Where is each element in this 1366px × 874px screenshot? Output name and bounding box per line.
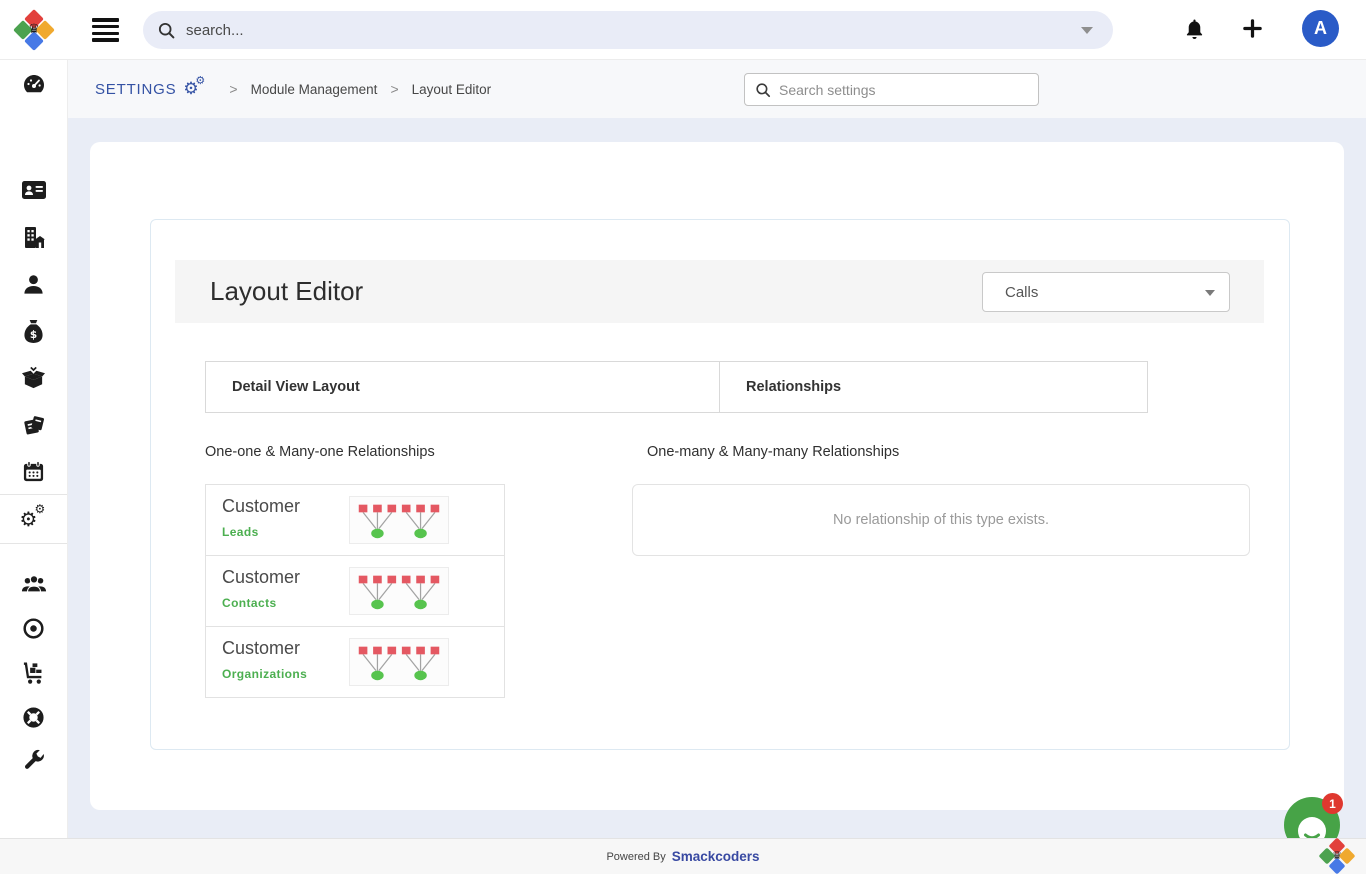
relationship-related: Leads bbox=[222, 525, 259, 539]
relationship-diagram-icon bbox=[349, 496, 449, 544]
tab-detail-view-layout[interactable]: Detail View Layout bbox=[206, 362, 720, 412]
target-icon bbox=[22, 617, 45, 640]
powered-by-text: Powered By bbox=[606, 851, 665, 863]
card-header: Layout Editor Calls bbox=[175, 260, 1264, 323]
footer: Powered By Smackcoders bbox=[0, 838, 1366, 874]
relationship-related: Organizations bbox=[222, 667, 307, 681]
breadcrumb-separator-icon: > bbox=[390, 81, 398, 97]
page-title: Layout Editor bbox=[210, 260, 363, 323]
products-box-icon bbox=[21, 366, 46, 390]
sidebar-item-users[interactable] bbox=[0, 561, 67, 607]
global-search-input[interactable] bbox=[186, 22, 1073, 39]
relationship-diagram-icon bbox=[349, 638, 449, 686]
hamburger-menu-icon[interactable] bbox=[92, 18, 119, 42]
sidebar-item-contacts[interactable] bbox=[0, 167, 67, 213]
sidebar-item-opportunities[interactable]: $ bbox=[0, 308, 67, 354]
sidebar-item-organizations[interactable] bbox=[0, 214, 67, 260]
breadcrumb-settings-link[interactable]: SETTINGS bbox=[95, 81, 176, 98]
relationship-card-organizations[interactable]: Customer Organizations bbox=[205, 626, 505, 698]
module-select-value: Calls bbox=[1005, 284, 1038, 301]
breadcrumb-separator-icon: > bbox=[229, 81, 237, 97]
sidebar-item-calendar[interactable] bbox=[0, 448, 67, 494]
footer-logo-icon: ♛ bbox=[1320, 839, 1354, 873]
cart-icon bbox=[21, 661, 46, 685]
sidebar-item-dashboard[interactable] bbox=[0, 61, 67, 107]
chat-unread-badge: 1 bbox=[1322, 793, 1343, 814]
money-bag-icon: $ bbox=[23, 319, 44, 344]
sidebar-item-products[interactable] bbox=[0, 355, 67, 401]
logo-crown-glyph: ♛ bbox=[1320, 839, 1354, 873]
settings-search-box[interactable] bbox=[744, 73, 1039, 106]
chevron-down-icon bbox=[1205, 290, 1215, 296]
empty-message: No relationship of this type exists. bbox=[833, 512, 1049, 528]
relationship-module: Customer bbox=[222, 567, 300, 588]
module-select[interactable]: Calls bbox=[982, 272, 1230, 312]
global-search-bar[interactable] bbox=[143, 11, 1113, 49]
calendar-icon bbox=[22, 460, 45, 483]
settings-search-input[interactable] bbox=[779, 82, 1028, 98]
svg-text:$: $ bbox=[30, 329, 37, 341]
app-window: ♛ A bbox=[0, 0, 1366, 874]
breadcrumb-module-management[interactable]: Module Management bbox=[251, 82, 378, 97]
tools-wrench-icon bbox=[22, 749, 45, 772]
tickets-icon bbox=[21, 413, 46, 436]
notifications-bell-icon[interactable] bbox=[1184, 18, 1205, 46]
sidebar-item-tools[interactable] bbox=[0, 737, 67, 783]
breadcrumb-layout-editor: Layout Editor bbox=[412, 82, 492, 97]
relationship-card-leads[interactable]: Customer Leads bbox=[205, 484, 505, 556]
avatar-initial: A bbox=[1314, 18, 1327, 39]
user-avatar[interactable]: A bbox=[1302, 10, 1339, 47]
contacts-card-icon bbox=[21, 179, 47, 201]
relationship-related: Contacts bbox=[222, 596, 277, 610]
relationship-diagram-icon bbox=[349, 567, 449, 615]
search-icon bbox=[755, 82, 771, 98]
quick-create-plus-icon[interactable] bbox=[1242, 18, 1263, 44]
sidebar-item-leads[interactable] bbox=[0, 261, 67, 307]
support-lifebuoy-icon bbox=[22, 706, 45, 729]
breadcrumb: SETTINGS ⚙⚙ > Module Management > Layout… bbox=[95, 60, 491, 118]
search-dropdown-caret-icon[interactable] bbox=[1081, 27, 1093, 34]
app-logo[interactable]: ♛ bbox=[0, 0, 68, 60]
section-title-one-many: One-many & Many-many Relationships bbox=[647, 444, 899, 460]
person-icon bbox=[22, 273, 45, 296]
sidebar-item-targets[interactable] bbox=[0, 605, 67, 651]
sidebar-item-purchases[interactable] bbox=[0, 650, 67, 696]
logo-crown-glyph: ♛ bbox=[15, 11, 53, 49]
empty-relationships-box: No relationship of this type exists. bbox=[632, 484, 1250, 556]
sidebar-item-settings[interactable]: ⚙⚙ bbox=[0, 494, 67, 544]
sidebar-item-invoices[interactable] bbox=[0, 401, 67, 447]
dashboard-icon bbox=[22, 72, 46, 96]
relationship-module: Customer bbox=[222, 638, 300, 659]
breadcrumb-bar: SETTINGS ⚙⚙ > Module Management > Layout… bbox=[68, 60, 1366, 118]
team-icon bbox=[21, 573, 47, 595]
sidebar-item-support[interactable] bbox=[0, 694, 67, 740]
app-logo-icon: ♛ bbox=[15, 11, 53, 49]
sidebar: $ bbox=[0, 60, 68, 838]
settings-gears-icon: ⚙⚙ bbox=[20, 507, 48, 531]
organizations-icon bbox=[22, 226, 46, 249]
section-title-one-one: One-one & Many-one Relationships bbox=[205, 444, 435, 460]
search-icon bbox=[157, 21, 176, 40]
smackcoders-link[interactable]: Smackcoders bbox=[672, 849, 760, 864]
settings-gears-icon: ⚙⚙ bbox=[183, 78, 207, 100]
relationship-module: Customer bbox=[222, 496, 300, 517]
relationship-card-list: Customer Leads Customer Contacts bbox=[205, 484, 505, 698]
topbar: ♛ A bbox=[0, 0, 1366, 60]
tab-relationships[interactable]: Relationships bbox=[720, 362, 1147, 412]
relationship-card-contacts[interactable]: Customer Contacts bbox=[205, 555, 505, 627]
layout-tabs: Detail View Layout Relationships bbox=[205, 361, 1148, 413]
